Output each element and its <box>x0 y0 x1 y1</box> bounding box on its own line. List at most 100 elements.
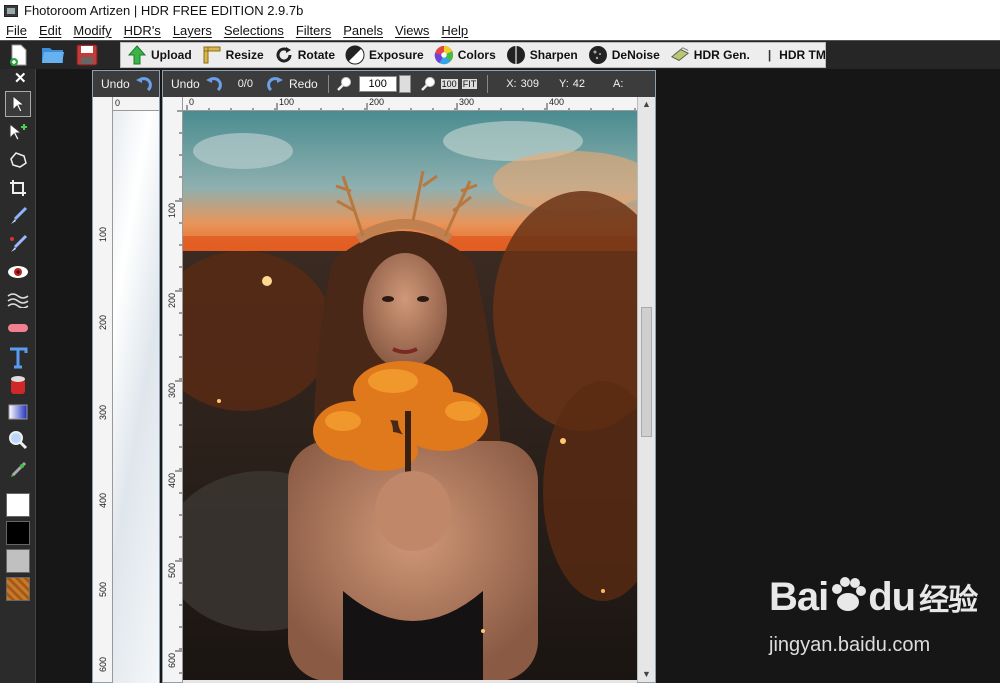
scroll-up-icon[interactable]: ▲ <box>638 97 655 111</box>
paw-icon <box>832 577 867 611</box>
vertical-scrollbar[interactable]: ▲ ▼ <box>637 97 655 682</box>
scroll-thumb[interactable] <box>641 307 652 437</box>
gradient-tool[interactable] <box>5 399 31 425</box>
fill-tool[interactable] <box>5 371 31 397</box>
resize-label: Resize <box>225 48 264 62</box>
zoom-100-button[interactable]: 100 <box>440 79 458 89</box>
zoom-tool[interactable] <box>5 427 31 453</box>
doc-back-ruler-top: 0 <box>113 97 159 111</box>
x-coordinate-value: 309 <box>520 78 539 90</box>
doc-front-header: Undo 0/0 Redo 100 FIT X: 309 Y: 42 A: <box>163 71 655 97</box>
crop-tool[interactable] <box>5 175 31 201</box>
ruler-label: 100 <box>167 203 177 219</box>
ruler-label: 0 <box>189 97 195 107</box>
ruler-label: 300 <box>459 97 475 107</box>
undo-button[interactable]: Undo <box>171 77 200 91</box>
ruler-label: 600 <box>167 653 177 669</box>
ruler-label: 600 <box>98 657 108 673</box>
menu-modify[interactable]: Modify <box>73 23 111 38</box>
history-counter: 0/0 <box>237 78 253 90</box>
menu-edit[interactable]: Edit <box>39 23 61 38</box>
pencil-tool[interactable] <box>5 231 31 257</box>
text-tool[interactable] <box>5 345 31 371</box>
menu-help[interactable]: Help <box>441 23 468 38</box>
watermark-url: jingyan.baidu.com <box>769 634 931 656</box>
texture-swatch[interactable] <box>6 577 30 601</box>
new-file-icon <box>10 44 27 66</box>
doc-back-undo-label[interactable]: Undo <box>101 77 130 91</box>
zoom-in-icon[interactable] <box>336 76 353 92</box>
pencil-icon <box>10 234 28 252</box>
resize-button[interactable]: Resize <box>202 44 264 66</box>
pointer-icon <box>12 95 26 113</box>
menu-layers[interactable]: Layers <box>173 23 212 38</box>
color-wheel-icon <box>434 45 453 65</box>
upload-label: Upload <box>151 48 192 62</box>
sharpen-icon <box>506 46 525 64</box>
colors-button[interactable]: Colors <box>434 44 496 66</box>
eyedropper-tool[interactable] <box>5 457 31 483</box>
brush-tool[interactable] <box>5 203 31 229</box>
add-select-tool[interactable] <box>5 119 31 145</box>
menu-file[interactable]: File <box>6 23 27 38</box>
gray-color-swatch[interactable] <box>6 549 30 573</box>
redo-button[interactable]: Redo <box>289 77 318 91</box>
hdr-gen-button[interactable]: HDR Gen. <box>670 44 750 66</box>
photo-canvas[interactable] <box>183 111 637 681</box>
lasso-tool[interactable] <box>5 147 31 173</box>
undo-arrow-icon[interactable] <box>204 76 222 92</box>
doc-back-canvas[interactable] <box>113 111 159 683</box>
ruler-label: 200 <box>167 293 177 309</box>
scroll-down-icon[interactable]: ▼ <box>638 667 655 681</box>
save-button[interactable] <box>72 42 102 68</box>
menu-filters[interactable]: Filters <box>296 23 331 38</box>
save-icon <box>76 44 98 66</box>
hdr-stack-icon <box>670 47 689 61</box>
eraser-tool[interactable] <box>5 315 31 341</box>
menu-selections[interactable]: Selections <box>224 23 284 38</box>
exposure-label: Exposure <box>369 48 424 62</box>
hdr-tm-button[interactable]: HDR TM <box>779 44 826 66</box>
red-eye-tool[interactable] <box>5 259 31 285</box>
sharpen-button[interactable]: Sharpen <box>506 44 578 66</box>
exposure-button[interactable]: Exposure <box>345 44 424 66</box>
select-tool[interactable] <box>5 91 31 117</box>
doc-back-ruler-left: 100 200 300 400 500 600 <box>93 97 113 682</box>
brush-icon <box>11 206 28 224</box>
close-panel-icon[interactable]: ✕ <box>14 69 27 87</box>
open-folder-button[interactable] <box>38 42 68 68</box>
ruler-label: 200 <box>98 315 108 331</box>
zoom-out-icon[interactable] <box>420 76 437 92</box>
new-file-button[interactable] <box>4 42 34 68</box>
waves-icon <box>7 293 29 308</box>
zoom-spinner[interactable] <box>398 75 411 93</box>
menu-views[interactable]: Views <box>395 23 429 38</box>
hdr-tm-label: HDR TM <box>779 48 826 62</box>
undo-arrow-icon[interactable] <box>134 76 152 92</box>
header-divider <box>487 75 489 93</box>
rotate-button[interactable]: Rotate <box>274 44 335 66</box>
eyedropper-icon <box>11 461 27 477</box>
smudge-tool[interactable] <box>5 287 31 313</box>
document-window-back[interactable]: Undo 0 100 200 300 400 500 600 <box>92 70 160 683</box>
menu-bar: File Edit Modify HDR's Layers Selections… <box>0 21 1000 40</box>
zoom-input[interactable] <box>358 76 397 92</box>
exposure-icon <box>345 45 365 65</box>
menu-panels[interactable]: Panels <box>343 23 383 38</box>
zoom-fit-button[interactable]: FIT <box>461 79 478 89</box>
rotate-icon <box>276 47 292 63</box>
folder-icon <box>42 48 64 63</box>
document-window-front[interactable]: Undo 0/0 Redo 100 FIT X: 309 Y: 42 A: <box>162 70 656 683</box>
foreground-color-swatch[interactable] <box>6 493 30 517</box>
denoise-icon <box>588 46 607 64</box>
redo-arrow-icon[interactable] <box>267 76 285 92</box>
ruler-label: 400 <box>98 493 108 509</box>
denoise-button[interactable]: DeNoise <box>588 44 660 66</box>
window-title: Fhotoroom Artizen | HDR FREE EDITION 2.9… <box>24 3 304 18</box>
text-icon <box>10 347 28 369</box>
upload-button[interactable]: Upload <box>127 44 192 66</box>
menu-hdrs[interactable]: HDR's <box>124 23 161 38</box>
watermark-bai: Bai <box>769 575 829 619</box>
background-color-swatch[interactable] <box>6 521 30 545</box>
y-coordinate-value: 42 <box>572 78 586 90</box>
